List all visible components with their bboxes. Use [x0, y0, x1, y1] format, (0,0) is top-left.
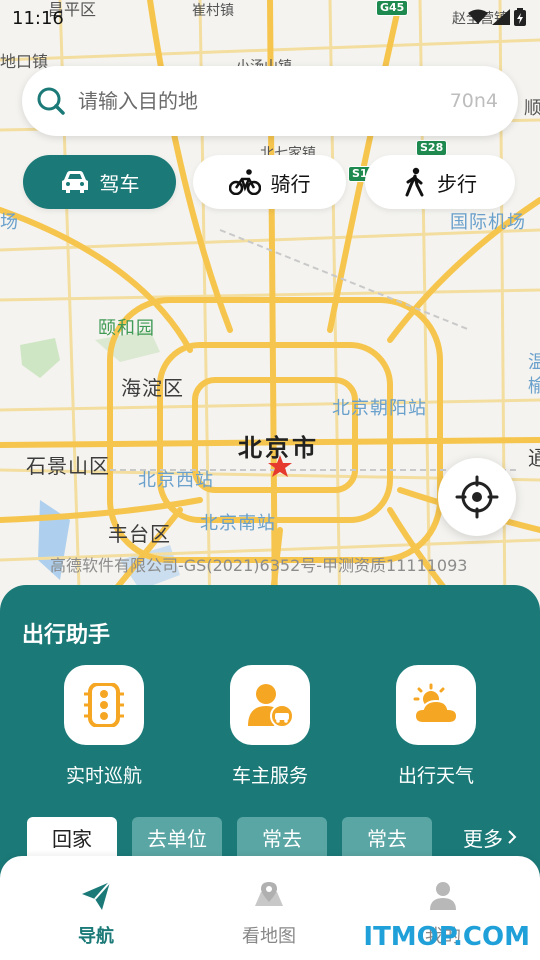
- map-pin-icon: [255, 882, 283, 906]
- search-box[interactable]: 70n4: [22, 66, 518, 136]
- map-edge-label: 榆: [528, 376, 540, 397]
- status-icons: [468, 8, 526, 26]
- map-edge-label: 地口镇: [0, 52, 49, 71]
- locate-button[interactable]: [438, 458, 516, 536]
- nav-label: 看地图: [242, 926, 296, 947]
- watermark: ITMOP.COM: [363, 922, 530, 952]
- nav-label: 导航: [78, 926, 114, 947]
- map-edge-label: 温: [528, 352, 540, 373]
- map-airport-label: 国际机场: [450, 212, 526, 233]
- battery-icon: [514, 8, 526, 26]
- chevron-right-icon: [508, 830, 517, 844]
- paper-plane-icon: [82, 881, 111, 910]
- status-bar: 11:16: [0, 0, 540, 36]
- chip-go-home[interactable]: 回家: [27, 817, 117, 857]
- service-realtime-cruise[interactable]: 实时巡航: [44, 665, 164, 788]
- bottom-nav: 导航 看地图 我的 ITMOP.COM: [0, 856, 540, 960]
- map-station-label: 北京西站: [138, 470, 214, 491]
- chip-frequent-2[interactable]: 常去: [342, 817, 432, 857]
- car-icon: [61, 171, 88, 193]
- nav-item-map[interactable]: 看地图: [209, 880, 329, 948]
- service-icon-box: [396, 665, 476, 745]
- assistant-panel: 出行助手 实时巡航 车主服务 出行天气 回家 去单位 常去 常去 更多: [0, 585, 540, 885]
- map-copyright: 高德软件有限公司-GS(2021)6352号-甲测资质11111093: [50, 556, 468, 575]
- service-label: 车主服务: [231, 765, 308, 787]
- weather-icon: [413, 683, 459, 724]
- mode-label: 骑行: [270, 171, 311, 196]
- walk-icon: [405, 167, 424, 197]
- map-city-label: 北京市: [238, 434, 319, 462]
- mode-label: 驾车: [99, 171, 140, 196]
- mode-tab-bike[interactable]: 骑行: [193, 155, 346, 209]
- traffic-light-icon: [84, 683, 124, 727]
- status-time: 11:16: [12, 8, 64, 29]
- user-icon: [430, 882, 456, 910]
- panel-title: 出行助手: [22, 623, 111, 648]
- map-district-label: 海淀区: [121, 376, 184, 400]
- mode-label: 步行: [437, 171, 477, 196]
- map-edge-label: 通: [528, 446, 540, 470]
- crosshair-icon: [455, 475, 499, 519]
- service-icon-box: [64, 665, 144, 745]
- map-district-label: 丰台区: [108, 522, 171, 546]
- bicycle-icon: [228, 169, 261, 195]
- map-edge-label: 顺: [524, 98, 540, 119]
- map-station-label: 北京南站: [200, 513, 276, 534]
- service-icon-box: [230, 665, 310, 745]
- service-car-owner[interactable]: 车主服务: [210, 665, 330, 788]
- map-district-label: 石景山区: [26, 454, 110, 478]
- chip-go-work[interactable]: 去单位: [132, 817, 222, 857]
- mode-tab-walk[interactable]: 步行: [365, 155, 515, 209]
- wifi-icon: [468, 9, 488, 24]
- car-owner-icon: [248, 684, 294, 728]
- nav-item-navigate[interactable]: 导航: [36, 880, 156, 948]
- search-tail-text: 70n4: [449, 90, 498, 112]
- map-station-label: 北京朝阳站: [332, 398, 427, 419]
- map-edge-label: 场: [0, 212, 19, 233]
- service-label: 实时巡航: [65, 765, 142, 787]
- signal-icon: [492, 9, 510, 25]
- map-park-label: 颐和园: [98, 318, 155, 339]
- mode-tab-drive[interactable]: 驾车: [23, 155, 176, 209]
- chip-frequent-1[interactable]: 常去: [237, 817, 327, 857]
- service-travel-weather[interactable]: 出行天气: [376, 665, 496, 788]
- search-icon: [37, 87, 65, 115]
- more-button[interactable]: 更多: [450, 817, 530, 857]
- service-label: 出行天气: [397, 765, 474, 787]
- search-input[interactable]: [78, 86, 398, 116]
- highway-shield: S28: [416, 140, 448, 156]
- more-label: 更多: [463, 826, 503, 851]
